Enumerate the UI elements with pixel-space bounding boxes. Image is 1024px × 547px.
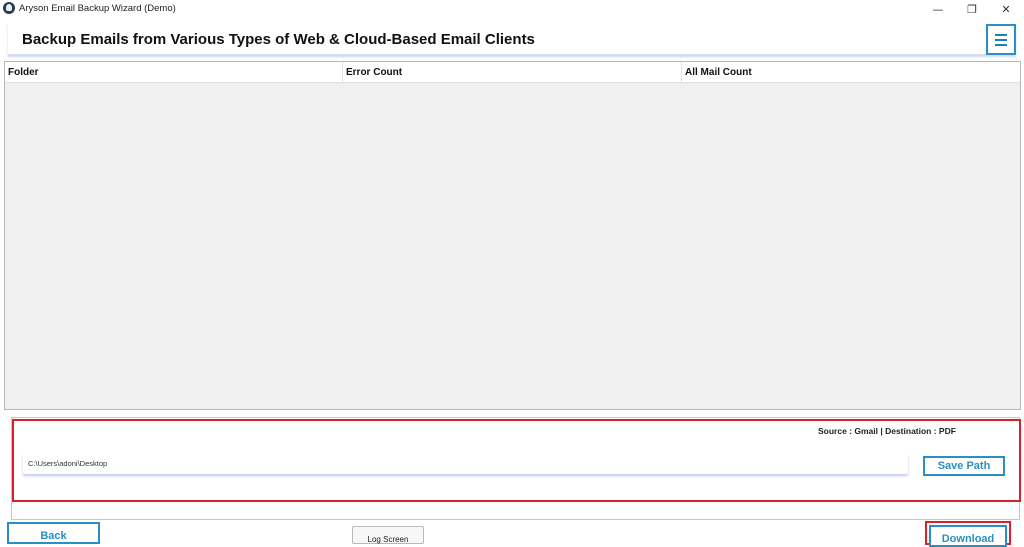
page-title: Backup Emails from Various Types of Web … [22, 31, 535, 48]
table-header: Folder Error Count All Mail Count [5, 62, 1020, 83]
backup-results-table[interactable]: Folder Error Count All Mail Count [4, 61, 1021, 410]
hamburger-menu-icon-line [995, 38, 1007, 41]
window-title: Aryson Email Backup Wizard (Demo) [19, 3, 176, 14]
hamburger-menu-icon-line [995, 43, 1007, 46]
hamburger-menu-icon [995, 33, 1007, 36]
source-destination-label: Source : Gmail | Destination : PDF [818, 426, 956, 436]
download-highlight-frame: Download [925, 521, 1011, 547]
close-button[interactable]: ✕ [989, 0, 1023, 18]
download-button[interactable]: Download [929, 525, 1007, 547]
column-header-all-mail-count[interactable]: All Mail Count [682, 62, 1020, 83]
restore-button[interactable]: ❐ [955, 0, 989, 18]
minimize-button[interactable]: — [921, 0, 955, 18]
column-header-error-count[interactable]: Error Count [343, 62, 682, 83]
log-screen-button[interactable]: Log Screen [352, 526, 424, 544]
window-titlebar: Aryson Email Backup Wizard (Demo) — ❐ ✕ [0, 0, 1024, 18]
save-path-button[interactable]: Save Path [923, 456, 1005, 476]
app-logo-icon [3, 2, 15, 14]
destination-path-input[interactable] [23, 453, 908, 474]
page-header: Backup Emails from Various Types of Web … [8, 22, 1016, 55]
column-header-folder[interactable]: Folder [5, 62, 343, 83]
back-button[interactable]: Back [7, 522, 100, 544]
hamburger-menu-button[interactable] [986, 24, 1016, 55]
